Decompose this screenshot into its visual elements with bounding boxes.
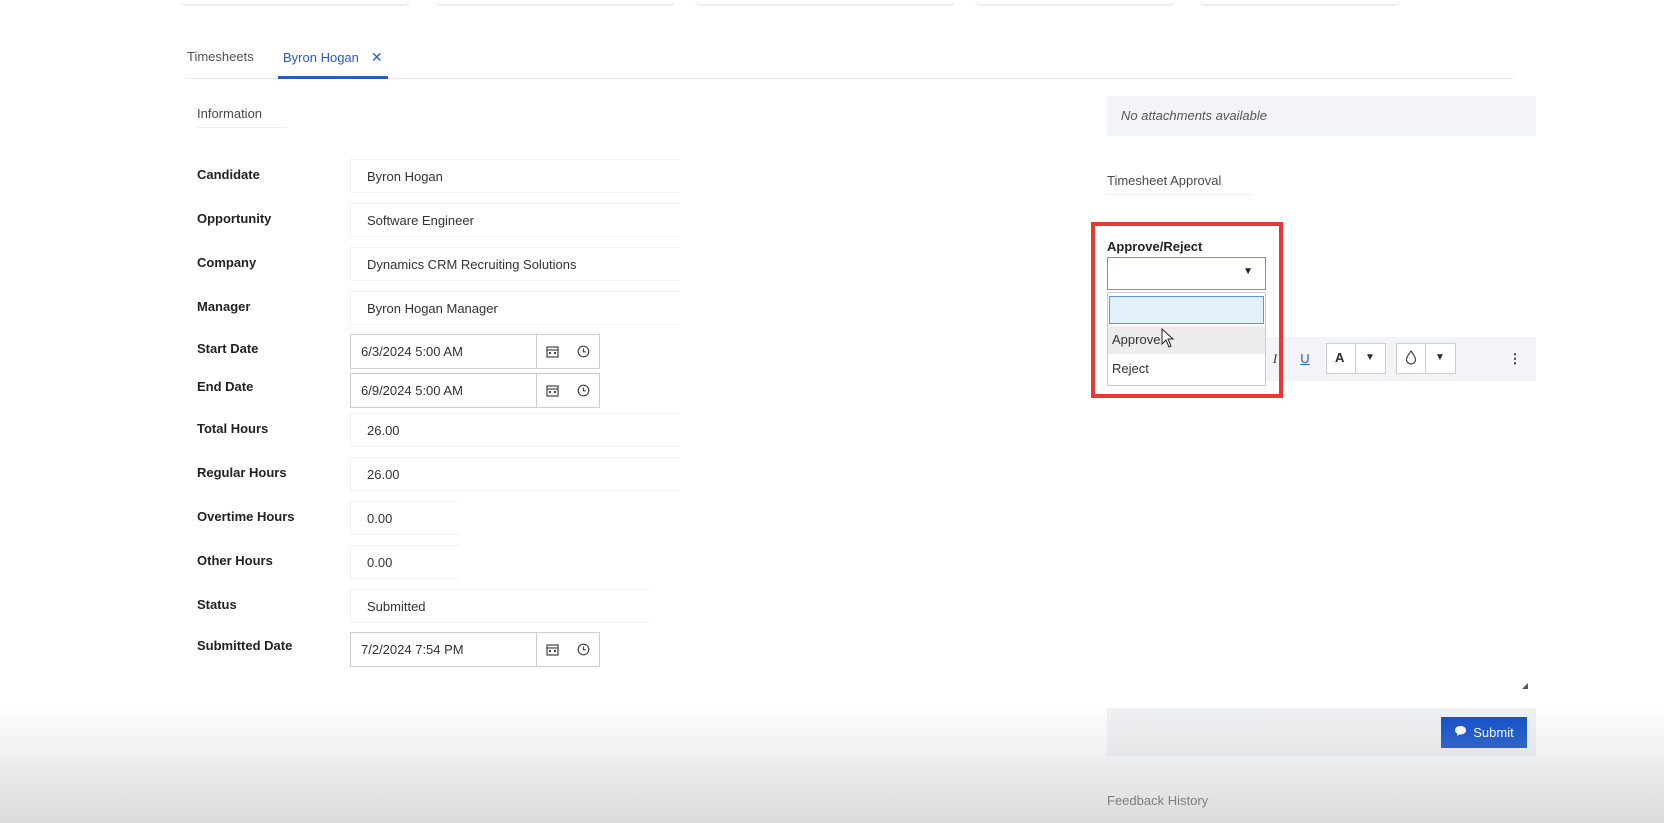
feedback-history-title: Feedback History (1107, 793, 1209, 808)
top-card (1200, 0, 1400, 6)
highlight-box (1091, 222, 1283, 398)
attachments-empty-notice: No attachments available (1107, 96, 1536, 136)
top-card (180, 0, 410, 6)
label-submitted-date: Submitted Date (197, 638, 293, 653)
label-company: Company (197, 255, 257, 270)
label-overtime-hours: Overtime Hours (197, 509, 295, 524)
clock-icon[interactable] (568, 374, 599, 407)
opportunity-field[interactable]: Software Engineer (350, 203, 680, 237)
submit-button[interactable]: Submit (1441, 717, 1527, 748)
other-hours-field[interactable]: 0.00 (350, 545, 460, 579)
divider (1355, 344, 1356, 373)
submitted-date-input[interactable]: 7/2/2024 7:54 PM (351, 633, 537, 666)
label-end-date: End Date (197, 379, 254, 394)
clock-icon[interactable] (568, 633, 599, 666)
underline-button[interactable]: U (1296, 337, 1314, 381)
label-candidate: Candidate (197, 167, 260, 182)
droplet-icon (1405, 349, 1417, 368)
tab-byron-hogan[interactable]: Byron Hogan ✕ (278, 44, 388, 79)
start-date-field: 6/3/2024 5:00 AM (350, 334, 600, 369)
label-other-hours: Other Hours (197, 553, 273, 568)
status-field[interactable]: Submitted (350, 589, 650, 623)
submit-label: Submit (1473, 725, 1514, 740)
manager-field[interactable]: Byron Hogan Manager (350, 291, 680, 325)
top-cards (180, 0, 1400, 8)
divider (1425, 344, 1426, 373)
comment-editor[interactable] (1107, 381, 1536, 693)
editor-toolbar: I U A ▼ ▼ ⋮ (1262, 337, 1536, 381)
tab-label: Timesheets (187, 49, 254, 64)
end-date-input[interactable]: 6/9/2024 5:00 AM (351, 374, 537, 407)
resize-handle-icon[interactable] (1522, 683, 1528, 689)
start-date-input[interactable]: 6/3/2024 5:00 AM (351, 335, 537, 368)
submitted-date-field: 7/2/2024 7:54 PM (350, 632, 600, 667)
top-card (975, 0, 1175, 6)
chevron-down-icon: ▼ (1365, 352, 1375, 363)
label-start-date: Start Date (197, 341, 259, 356)
total-hours-field[interactable]: 26.00 (350, 413, 680, 447)
end-date-field: 6/9/2024 5:00 AM (350, 373, 600, 408)
label-manager: Manager (197, 299, 251, 314)
overtime-hours-field[interactable]: 0.00 (350, 501, 460, 535)
label-status: Status (197, 597, 237, 612)
label-regular-hours: Regular Hours (197, 465, 287, 480)
section-title-information: Information (197, 106, 287, 128)
company-field[interactable]: Dynamics CRM Recruiting Solutions (350, 247, 680, 281)
calendar-icon[interactable] (537, 374, 568, 407)
chevron-down-icon: ▼ (1435, 352, 1445, 363)
regular-hours-field[interactable]: 26.00 (350, 457, 680, 491)
calendar-icon[interactable] (537, 335, 568, 368)
section-title-timesheet-approval: Timesheet Approval (1107, 173, 1252, 195)
top-card (435, 0, 675, 6)
tab-bar: Timesheets Byron Hogan ✕ (185, 44, 1514, 79)
label-total-hours: Total Hours (197, 421, 269, 436)
chat-icon (1454, 725, 1467, 740)
calendar-icon[interactable] (537, 633, 568, 666)
label-opportunity: Opportunity (197, 211, 272, 226)
more-options-icon[interactable]: ⋮ (1506, 337, 1524, 381)
font-color-picker[interactable]: A ▼ (1326, 343, 1386, 374)
close-icon[interactable]: ✕ (371, 49, 383, 65)
tab-label: Byron Hogan (283, 50, 359, 65)
candidate-field[interactable]: Byron Hogan (350, 159, 680, 193)
clock-icon[interactable] (568, 335, 599, 368)
tab-timesheets[interactable]: Timesheets (187, 44, 254, 79)
top-card (695, 0, 955, 6)
font-color-icon: A (1335, 350, 1345, 365)
highlight-color-picker[interactable]: ▼ (1396, 343, 1456, 374)
